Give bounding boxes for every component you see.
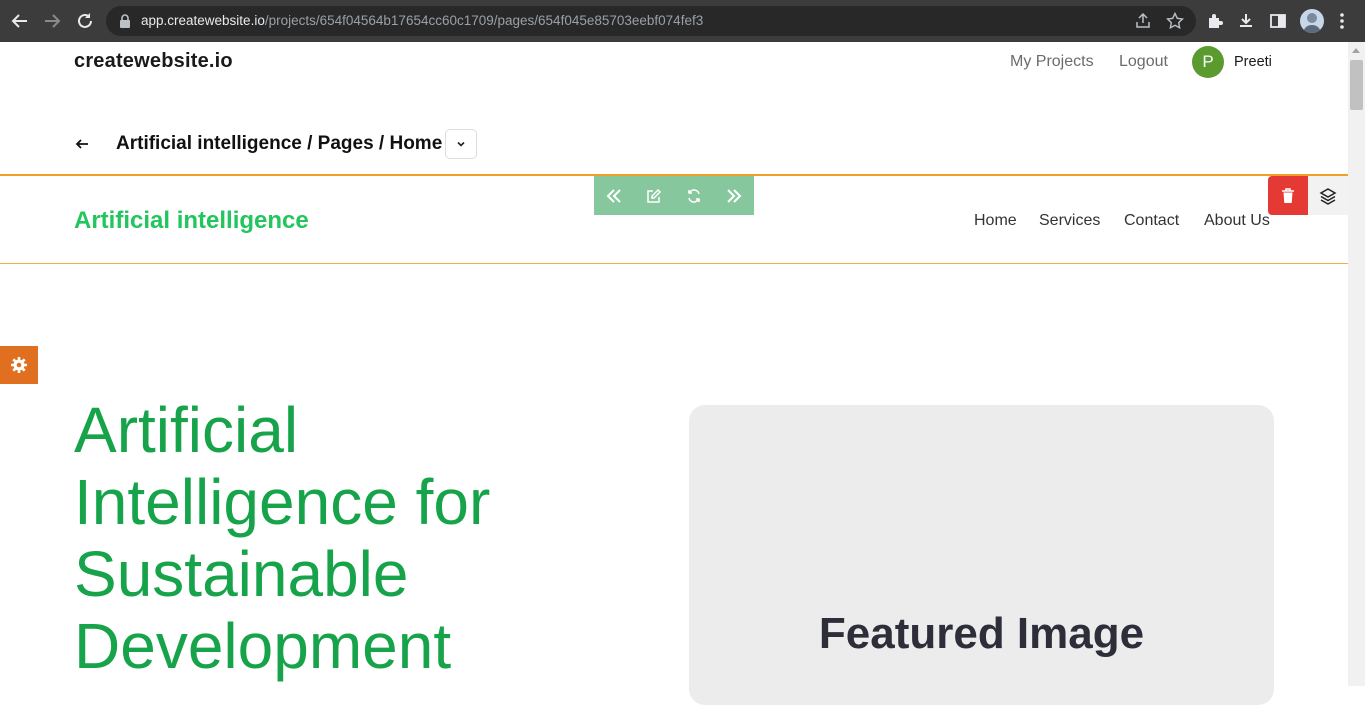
site-nav-contact[interactable]: Contact	[1124, 212, 1179, 230]
featured-image-label: Featured Image	[818, 609, 1145, 658]
site-title[interactable]: Artificial intelligence	[74, 207, 309, 235]
site-nav-about[interactable]: About Us	[1204, 212, 1270, 230]
section-toolbar	[594, 176, 754, 215]
site-nav-home[interactable]: Home	[974, 212, 1017, 230]
address-bar[interactable]: app.createwebsite.io/projects/654f04564b…	[106, 6, 1196, 36]
back-icon[interactable]	[8, 9, 32, 33]
app-logo[interactable]: createwebsite.io	[74, 50, 233, 73]
logout-link[interactable]: Logout	[1119, 53, 1168, 71]
refresh-icon	[688, 188, 700, 203]
page-scrollbar[interactable]	[1348, 42, 1365, 686]
delete-section-button[interactable]	[1268, 176, 1308, 215]
hero-title[interactable]: Artificial Intelligence for Sustainable …	[74, 394, 594, 682]
user-avatar[interactable]: P	[1192, 46, 1224, 78]
download-icon[interactable]	[1236, 11, 1256, 31]
side-panel-icon[interactable]	[1268, 11, 1288, 31]
double-chevron-right-icon	[727, 188, 742, 203]
settings-button[interactable]	[0, 346, 38, 384]
breadcrumb: Artificial intelligence / Pages / Home	[116, 133, 443, 154]
next-layout-button[interactable]	[714, 176, 754, 215]
site-nav-services[interactable]: Services	[1039, 212, 1100, 230]
layers-button[interactable]	[1308, 176, 1348, 215]
scroll-thumb[interactable]	[1350, 60, 1363, 110]
double-chevron-left-icon	[606, 188, 621, 203]
url-text: app.createwebsite.io/projects/654f04564b…	[141, 13, 703, 28]
edit-section-button[interactable]	[634, 176, 674, 215]
trash-icon	[1282, 187, 1294, 203]
back-arrow-icon[interactable]	[74, 136, 90, 152]
layers-icon	[1319, 187, 1337, 205]
lock-icon	[120, 14, 130, 28]
bookmark-star-icon[interactable]	[1166, 12, 1184, 30]
browser-toolbar: app.createwebsite.io/projects/654f04564b…	[0, 0, 1365, 42]
scroll-up-arrow-icon[interactable]	[1352, 48, 1360, 53]
user-name[interactable]: Preeti	[1234, 54, 1272, 70]
url-host: app.createwebsite.io	[141, 13, 265, 28]
profile-avatar-icon[interactable]	[1300, 9, 1324, 33]
chevron-down-icon	[457, 141, 465, 147]
forward-icon[interactable]	[40, 9, 64, 33]
previous-layout-button[interactable]	[594, 176, 634, 215]
regenerate-section-button[interactable]	[674, 176, 714, 215]
my-projects-link[interactable]: My Projects	[1010, 53, 1094, 71]
featured-image-placeholder[interactable]: Featured Image	[689, 405, 1274, 705]
reload-icon[interactable]	[73, 9, 97, 33]
extensions-icon[interactable]	[1205, 11, 1225, 31]
share-icon[interactable]	[1134, 12, 1152, 30]
browser-menu-icon[interactable]	[1336, 11, 1348, 31]
page-dropdown-button[interactable]	[445, 129, 477, 159]
edit-icon	[647, 188, 662, 203]
gear-icon	[11, 357, 27, 373]
url-path: /projects/654f04564b17654cc60c1709/pages…	[264, 13, 704, 28]
